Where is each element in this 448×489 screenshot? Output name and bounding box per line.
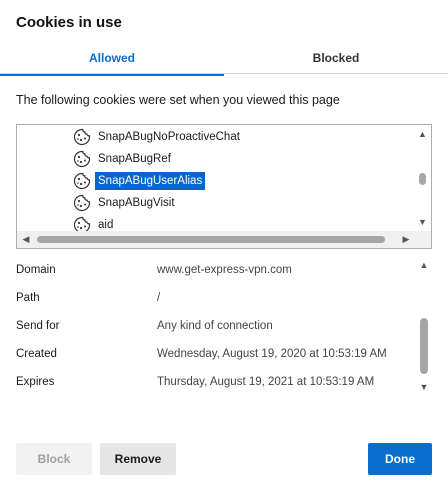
cookie-item-label: SnapABugVisit bbox=[98, 197, 175, 209]
detail-row-created: Created Wednesday, August 19, 2020 at 10… bbox=[16, 344, 416, 364]
tree-vertical-scrollbar[interactable]: ▲ ▼ bbox=[414, 125, 431, 231]
tab-allowed[interactable]: Allowed bbox=[0, 44, 224, 76]
cookie-icon bbox=[73, 150, 91, 168]
detail-row-domain: Domain www.get-express-vpn.com bbox=[16, 260, 416, 280]
cookie-item-label: SnapABugRef bbox=[98, 153, 171, 165]
detail-row-path: Path / bbox=[16, 288, 416, 308]
scroll-down-icon[interactable]: ▼ bbox=[416, 380, 432, 394]
cookie-item-snapabugref[interactable]: SnapABugRef bbox=[73, 149, 174, 169]
detail-value: Thursday, August 19, 2021 at 10:53:19 AM bbox=[157, 376, 375, 388]
cookie-icon bbox=[73, 172, 91, 190]
tab-blocked[interactable]: Blocked bbox=[224, 44, 448, 74]
tab-allowed-label: Allowed bbox=[88, 51, 135, 65]
scroll-up-icon[interactable]: ▲ bbox=[414, 127, 431, 141]
detail-label: Expires bbox=[16, 376, 55, 388]
detail-label: Domain bbox=[16, 264, 56, 276]
scroll-up-icon[interactable]: ▲ bbox=[416, 258, 432, 272]
detail-label: Send for bbox=[16, 320, 60, 332]
tab-blocked-label: Blocked bbox=[312, 51, 360, 65]
tab-selected-indicator bbox=[0, 74, 224, 76]
details-vertical-scrollbar[interactable]: ▲ ▼ bbox=[416, 258, 432, 396]
cookie-icon bbox=[73, 128, 91, 146]
detail-value: Wednesday, August 19, 2020 at 10:53:19 A… bbox=[157, 348, 387, 360]
cookie-item-label: SnapABugNoProactiveChat bbox=[98, 131, 240, 143]
block-button[interactable]: Block bbox=[16, 443, 92, 475]
scrollbar-thumb[interactable] bbox=[37, 236, 385, 243]
cookie-icon bbox=[73, 194, 91, 212]
detail-row-send-for: Send for Any kind of connection bbox=[16, 316, 416, 336]
detail-row-expires: Expires Thursday, August 19, 2021 at 10:… bbox=[16, 372, 416, 392]
detail-label: Created bbox=[16, 348, 57, 360]
scrollbar-thumb[interactable] bbox=[420, 318, 428, 374]
cookie-details: Domain www.get-express-vpn.com Path / Se… bbox=[0, 256, 432, 396]
detail-value: / bbox=[157, 292, 161, 304]
detail-value: Any kind of connection bbox=[157, 320, 273, 332]
cookie-item-snapabuguseralias[interactable]: SnapABugUserAlias bbox=[73, 171, 206, 191]
scrollbar-thumb[interactable] bbox=[419, 173, 426, 185]
cookie-item-label: SnapABugUserAlias bbox=[95, 172, 206, 190]
dialog-title: Cookies in use bbox=[16, 14, 122, 31]
detail-value: www.get-express-vpn.com bbox=[157, 264, 292, 276]
scroll-right-icon[interactable]: ▶ bbox=[399, 231, 413, 248]
detail-label: Path bbox=[16, 292, 40, 304]
cookie-tree[interactable]: SnapABugNoProactiveChat SnapABugRef Snap… bbox=[16, 124, 432, 249]
intro-text: The following cookies were set when you … bbox=[16, 93, 340, 107]
scroll-down-icon[interactable]: ▼ bbox=[414, 215, 431, 229]
remove-button[interactable]: Remove bbox=[100, 443, 176, 475]
scroll-left-icon[interactable]: ◀ bbox=[19, 231, 33, 248]
tree-horizontal-scrollbar[interactable]: ◀ ▶ bbox=[17, 231, 431, 248]
tab-bar: Allowed Blocked bbox=[0, 44, 448, 76]
cookie-item-snapabugvisit[interactable]: SnapABugVisit bbox=[73, 193, 178, 213]
done-button[interactable]: Done bbox=[368, 443, 432, 475]
cookie-item-snapabugnoproactivechat[interactable]: SnapABugNoProactiveChat bbox=[73, 127, 243, 147]
